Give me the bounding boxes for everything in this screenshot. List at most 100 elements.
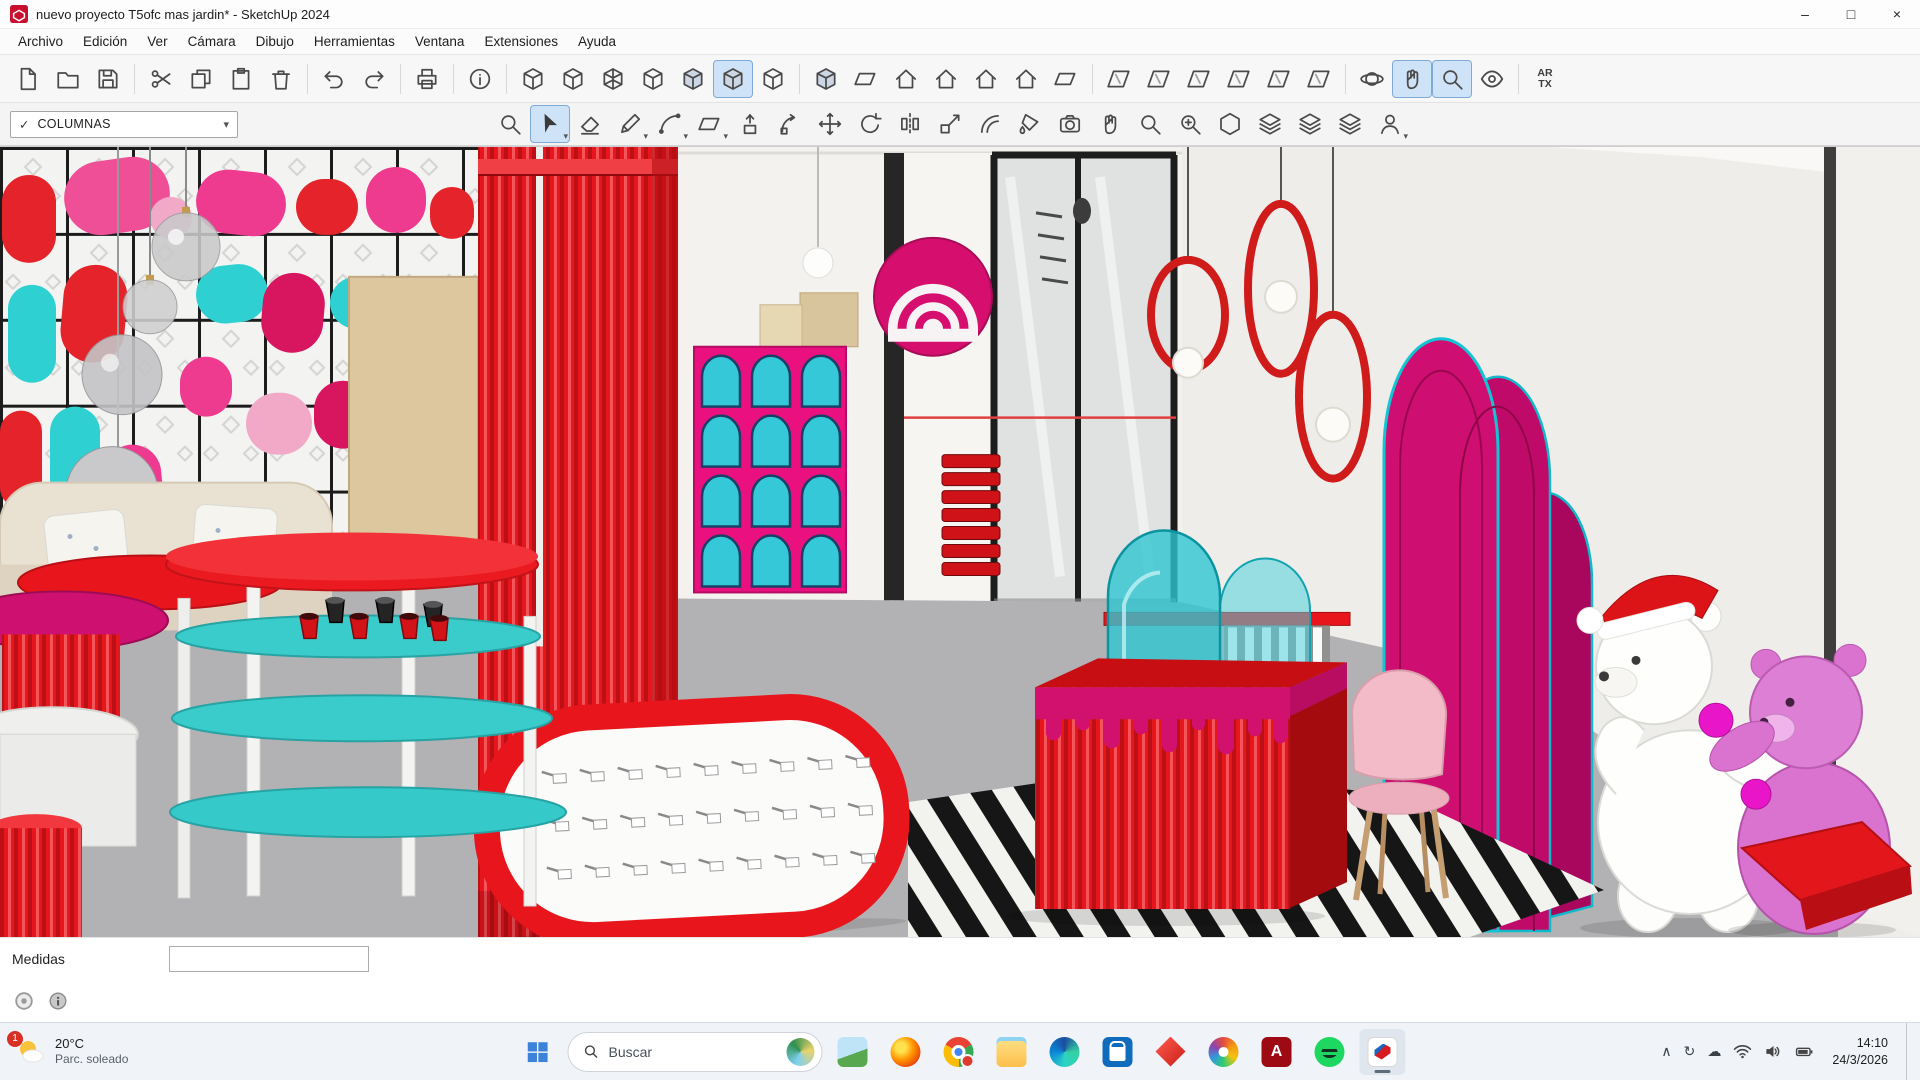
undo-icon[interactable] [314, 60, 354, 98]
geolocation-icon[interactable] [12, 989, 36, 1013]
rectangle-tool-icon[interactable] [690, 105, 730, 143]
redo-icon[interactable] [354, 60, 394, 98]
zoom-icon[interactable] [1432, 60, 1472, 98]
line-tool-icon[interactable] [610, 105, 650, 143]
save-icon[interactable] [88, 60, 128, 98]
maximize-button[interactable]: □ [1828, 0, 1874, 28]
tag-filter-dropdown[interactable]: ✓ COLUMNAS ▾ [10, 111, 238, 138]
style-hidden-line-icon[interactable] [633, 60, 673, 98]
menu-item[interactable]: Ver [137, 31, 177, 52]
style-shaded-textures-icon[interactable] [713, 60, 753, 98]
file-explorer-icon[interactable] [989, 1029, 1035, 1075]
view-top-icon[interactable] [846, 60, 886, 98]
style-wireframe-icon[interactable] [593, 60, 633, 98]
style-xray-icon[interactable] [513, 60, 553, 98]
modeling-viewport[interactable] [0, 146, 1920, 937]
arc-tool-icon[interactable] [650, 105, 690, 143]
menu-item[interactable]: Archivo [8, 31, 73, 52]
close-button[interactable]: × [1874, 0, 1920, 28]
sketchup-icon[interactable] [1360, 1029, 1406, 1075]
view-iso-icon[interactable] [806, 60, 846, 98]
ar-text-tools-icon[interactable]: AR TX [1525, 60, 1565, 98]
pan-icon[interactable] [1392, 60, 1432, 98]
extension-tool-1-icon[interactable] [1210, 105, 1250, 143]
follow-me-tool-icon[interactable] [770, 105, 810, 143]
style-monochrome-icon[interactable] [753, 60, 793, 98]
acrobat-icon[interactable]: A [1254, 1029, 1300, 1075]
menu-item[interactable]: Dibujo [246, 31, 304, 52]
view-2pt-icon[interactable] [1046, 60, 1086, 98]
eraser-tool-icon[interactable] [570, 105, 610, 143]
walk-tool-icon[interactable] [1090, 105, 1130, 143]
zoom-tool-icon[interactable] [1130, 105, 1170, 143]
menu-item[interactable]: Edición [73, 31, 137, 52]
select-tool-icon[interactable] [530, 105, 570, 143]
wifi-icon[interactable] [1733, 1042, 1752, 1061]
clock[interactable]: 14:10 24/3/2026 [1826, 1035, 1894, 1068]
style-back-edges-icon[interactable] [553, 60, 593, 98]
extension-tool-2-icon[interactable] [1250, 105, 1290, 143]
viewport-3d-scene[interactable] [0, 147, 1920, 937]
volume-icon[interactable] [1764, 1042, 1783, 1061]
look-around-icon[interactable] [1472, 60, 1512, 98]
firefox-icon[interactable] [883, 1029, 929, 1075]
start-button[interactable] [515, 1029, 561, 1075]
extension-tool-4-icon[interactable] [1330, 105, 1370, 143]
menu-item[interactable]: Ventana [405, 31, 475, 52]
new-document-icon[interactable] [8, 60, 48, 98]
paint-bucket-icon[interactable] [1010, 105, 1050, 143]
battery-icon[interactable] [1795, 1042, 1814, 1061]
view-back-icon[interactable] [1006, 60, 1046, 98]
menu-item[interactable]: Cámara [178, 31, 246, 52]
view-left-icon[interactable] [966, 60, 1006, 98]
taskbar-search[interactable]: Buscar [568, 1032, 823, 1072]
section-plane-icon[interactable] [1099, 60, 1139, 98]
minimize-button[interactable]: – [1782, 0, 1828, 28]
display-section-planes-icon[interactable] [1139, 60, 1179, 98]
update-arrows-icon[interactable]: ↻ [1684, 1043, 1696, 1060]
cut-icon[interactable] [141, 60, 181, 98]
zoom-extents-icon[interactable] [1170, 105, 1210, 143]
ms-store-icon[interactable] [1095, 1029, 1141, 1075]
photos-icon[interactable] [1201, 1029, 1247, 1075]
push-pull-tool-icon[interactable] [730, 105, 770, 143]
measurements-input[interactable] [169, 946, 369, 972]
open-icon[interactable] [48, 60, 88, 98]
hidden-icons-chevron[interactable]: ∧ [1661, 1043, 1671, 1060]
view-front-icon[interactable] [886, 60, 926, 98]
chrome-icon[interactable] [936, 1029, 982, 1075]
section-troubleshoot-icon[interactable] [1299, 60, 1339, 98]
display-section-fill-icon[interactable] [1219, 60, 1259, 98]
view-right-icon[interactable] [926, 60, 966, 98]
extension-tool-3-icon[interactable] [1290, 105, 1330, 143]
show-desktop-button[interactable] [1906, 1023, 1912, 1080]
offset-tool-icon[interactable] [970, 105, 1010, 143]
edge-icon[interactable] [1042, 1029, 1088, 1075]
credits-info-icon[interactable] [46, 989, 70, 1013]
search-tool-icon[interactable] [490, 105, 530, 143]
spotify-icon[interactable] [1307, 1029, 1353, 1075]
sketchup-viewer-icon[interactable] [1148, 1029, 1194, 1075]
style-shaded-icon[interactable] [673, 60, 713, 98]
cloud-icon[interactable]: ☁ [1707, 1043, 1721, 1060]
scale-tool-icon[interactable] [930, 105, 970, 143]
model-info-icon[interactable] [460, 60, 500, 98]
menu-item[interactable]: Extensiones [474, 31, 568, 52]
search-placeholder: Buscar [609, 1044, 778, 1060]
weather-widget[interactable]: 1 20°C Parc. soleado [0, 1023, 142, 1080]
orbit-icon[interactable] [1352, 60, 1392, 98]
copy-icon[interactable] [181, 60, 221, 98]
widgets-icon[interactable] [830, 1029, 876, 1075]
delete-icon[interactable] [261, 60, 301, 98]
sign-in-icon[interactable] [1370, 105, 1410, 143]
section-outer-shell-icon[interactable] [1259, 60, 1299, 98]
print-icon[interactable] [407, 60, 447, 98]
menu-item[interactable]: Herramientas [304, 31, 405, 52]
move-tool-icon[interactable] [810, 105, 850, 143]
menu-item[interactable]: Ayuda [568, 31, 626, 52]
position-camera-icon[interactable] [1050, 105, 1090, 143]
flip-tool-icon[interactable] [890, 105, 930, 143]
rotate-tool-icon[interactable] [850, 105, 890, 143]
display-section-cuts-icon[interactable] [1179, 60, 1219, 98]
paste-icon[interactable] [221, 60, 261, 98]
